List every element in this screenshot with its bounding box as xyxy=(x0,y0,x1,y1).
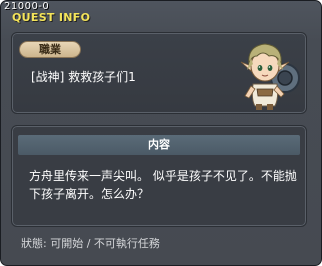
quest-status: 狀態: 可開始 / 不可執行任務 xyxy=(21,237,160,250)
job-badge: 職業 xyxy=(19,41,81,58)
window-title: QUEST INFO xyxy=(12,11,91,24)
content-section-header: 内容 xyxy=(18,135,300,155)
title-bar[interactable]: 21000-0 QUEST INFO xyxy=(1,1,321,27)
quest-description: 方舟里传来一声尖叫。 似乎是孩子不见了。不能抛下孩子离开。怎么办？ xyxy=(29,169,297,201)
quest-name: [战神] 救救孩子们1 xyxy=(31,70,136,84)
npc-portrait-icon xyxy=(240,43,300,110)
quest-info-window: 21000-0 QUEST INFO 職業 [战神] 救救孩子们1 内容 方舟里… xyxy=(0,0,322,266)
